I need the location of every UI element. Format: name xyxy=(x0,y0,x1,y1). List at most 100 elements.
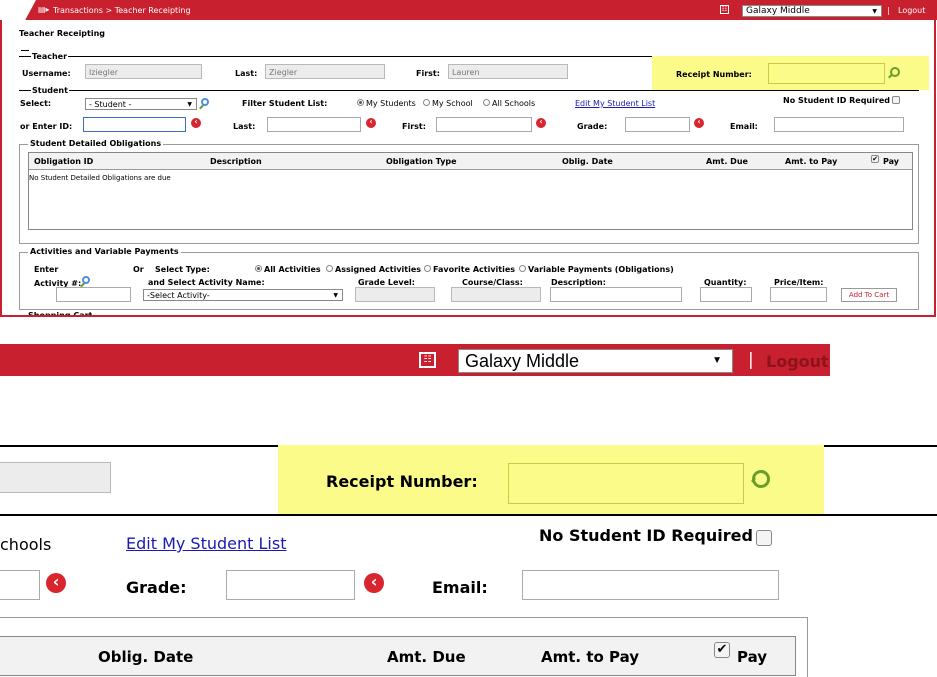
shopping-cart-legend: Shopping Cart xyxy=(28,312,92,315)
teacher-first-field: Lauren xyxy=(448,64,568,79)
no-id-required-checkbox[interactable] xyxy=(892,96,900,104)
student-last-input[interactable] xyxy=(267,117,361,132)
teacher-legend: Teacher xyxy=(31,52,69,61)
student-select[interactable]: - Student - ▼ xyxy=(85,98,197,110)
student-rule xyxy=(19,90,919,91)
zoom-clear-grade-icon[interactable] xyxy=(364,573,384,593)
course-class-field xyxy=(451,287,541,302)
grade-level-field xyxy=(355,287,435,302)
username-value: lziegler xyxy=(89,68,119,77)
filter-my-school[interactable]: My School xyxy=(423,99,473,108)
teacher-last-value: Ziegler xyxy=(269,68,298,77)
zoom-grade-input[interactable] xyxy=(226,570,355,600)
zoom-col-amt-due: Amt. Due xyxy=(387,648,466,666)
search-icon[interactable] xyxy=(82,276,90,284)
zoom-email-label: Email: xyxy=(432,578,488,597)
enter-id-label: or Enter ID: xyxy=(20,122,73,131)
col-amt-to-pay: Amt. to Pay xyxy=(785,157,838,166)
zoom-student-rule xyxy=(0,514,937,516)
obligations-empty-message: No Student Detailed Obligations are due xyxy=(29,174,171,182)
student-id-input[interactable] xyxy=(83,117,186,132)
zoom-email-input[interactable] xyxy=(522,570,779,600)
clear-first-icon[interactable] xyxy=(536,118,546,128)
type-variable-payments[interactable]: Variable Payments (Obligations) xyxy=(519,265,674,274)
search-icon[interactable] xyxy=(752,470,770,488)
student-email-input[interactable] xyxy=(774,117,904,132)
description-label: Description: xyxy=(551,278,606,287)
grade-level-label: Grade Level: xyxy=(358,278,415,287)
filter-my-students[interactable]: My Students xyxy=(357,99,416,108)
student-legend: Student xyxy=(31,86,69,95)
breadcrumb[interactable]: Transactions > Teacher Receipting xyxy=(53,6,191,15)
student-select-value: - Student - xyxy=(89,100,132,109)
or-label: Or xyxy=(133,265,144,274)
username-label: Username: xyxy=(22,69,71,78)
no-id-required-label: No Student ID Required xyxy=(783,96,890,105)
calendar-icon[interactable]: ☷ xyxy=(419,352,436,368)
chevron-down-icon: ▼ xyxy=(872,8,877,15)
student-last-label: Last: xyxy=(233,122,256,131)
type-all-activities[interactable]: All Activities xyxy=(255,265,321,274)
zoom-col-pay: Pay xyxy=(737,648,768,666)
zoom-pay-all-checkbox[interactable]: ✔ xyxy=(714,642,730,658)
receipt-field[interactable] xyxy=(768,63,885,84)
col-description: Description xyxy=(210,157,262,166)
activity-select[interactable]: -Select Activity- ▼ xyxy=(143,289,343,301)
clear-grade-icon[interactable] xyxy=(694,118,704,128)
teacher-first-value: Lauren xyxy=(452,68,480,77)
student-grade-label: Grade: xyxy=(577,122,608,131)
col-amt-due: Amt. Due xyxy=(706,157,748,166)
logout-link[interactable]: Logout xyxy=(898,6,925,15)
quantity-label: Quantity: xyxy=(704,278,747,287)
pay-all-checkbox[interactable]: ✔ xyxy=(871,155,879,163)
clear-last-icon[interactable] xyxy=(366,118,376,128)
col-obligation-type: Obligation Type xyxy=(386,157,457,166)
zoom-grade-label: Grade: xyxy=(126,578,187,597)
type-assigned-activities[interactable]: Assigned Activities xyxy=(326,265,421,274)
zoom-edit-student-list-link[interactable]: Edit My Student List xyxy=(126,534,286,553)
school-select[interactable]: Galaxy Middle ▼ xyxy=(742,5,882,17)
filter-label: Filter Student List: xyxy=(242,99,328,108)
student-email-label: Email: xyxy=(730,122,758,131)
zoom-first-input-edge xyxy=(0,570,40,600)
obligations-header xyxy=(29,153,912,170)
edit-student-list-link[interactable]: Edit My Student List xyxy=(575,99,655,108)
zoom-school-select[interactable]: Galaxy Middle ▼ xyxy=(458,349,733,373)
activities-legend: Activities and Variable Payments xyxy=(28,247,181,256)
zoom-receipt-field[interactable] xyxy=(508,463,744,504)
chevron-down-icon: ▼ xyxy=(187,101,192,108)
student-first-input[interactable] xyxy=(436,117,532,132)
course-class-label: Course/Class: xyxy=(462,278,523,287)
calendar-icon[interactable]: ☷ xyxy=(720,5,729,14)
description-input[interactable] xyxy=(550,287,682,302)
select-label: Select: xyxy=(20,99,52,108)
zoom-school-select-value: Galaxy Middle xyxy=(465,351,580,371)
teacher-last-field: Ziegler xyxy=(265,64,385,79)
search-icon[interactable] xyxy=(890,67,900,77)
student-grade-input[interactable] xyxy=(625,117,690,132)
transactions-icon: ▤▸ xyxy=(38,5,50,14)
username-field: lziegler xyxy=(85,64,202,79)
zoom-username-field-edge xyxy=(0,462,111,493)
clear-id-icon[interactable] xyxy=(191,118,201,128)
price-input[interactable] xyxy=(770,287,827,302)
chevron-down-icon: ▼ xyxy=(333,292,338,299)
zoom-clear-first-icon[interactable] xyxy=(46,573,66,593)
zoom-col-oblig-date: Oblig. Date xyxy=(98,648,194,666)
zoom-logout-link[interactable]: Logout xyxy=(766,352,829,371)
activity-number-input[interactable] xyxy=(56,287,131,302)
price-label: Price/Item: xyxy=(774,278,824,287)
zoom-no-id-required-checkbox[interactable] xyxy=(756,530,772,546)
zoom-no-id-required-label: No Student ID Required xyxy=(539,526,753,545)
teacher-first-label: First: xyxy=(416,69,440,78)
quantity-input[interactable] xyxy=(700,287,752,302)
select-type-label: Select Type: xyxy=(155,265,210,274)
filter-all-schools[interactable]: All Schools xyxy=(483,99,535,108)
add-to-cart-button[interactable]: Add To Cart xyxy=(841,288,897,302)
page-title: Teacher Receipting xyxy=(19,29,106,38)
select-activity-name-label: and Select Activity Name: xyxy=(148,278,265,287)
type-favorite-activities[interactable]: Favorite Activities xyxy=(424,265,515,274)
zoom-receipt-label: Receipt Number: xyxy=(326,472,478,491)
search-icon[interactable] xyxy=(201,98,209,106)
topbar-separator: | xyxy=(887,6,890,15)
